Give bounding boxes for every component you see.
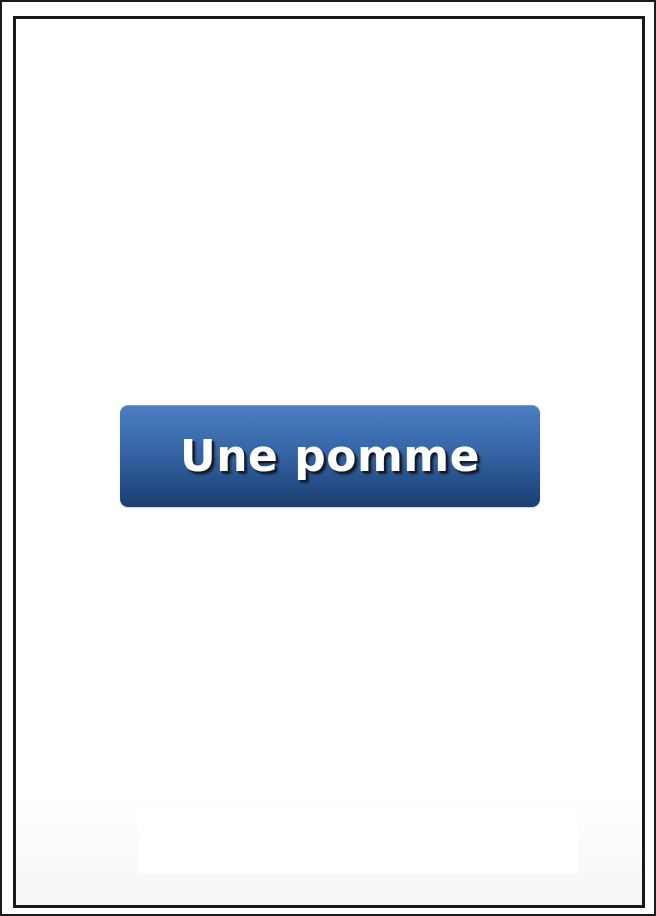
bottom-panel bbox=[138, 809, 578, 873]
card-frame: Une pomme bbox=[13, 16, 645, 908]
answer-choice-label: Une pomme bbox=[180, 430, 480, 482]
answer-choice-button[interactable]: Une pomme bbox=[120, 405, 540, 507]
